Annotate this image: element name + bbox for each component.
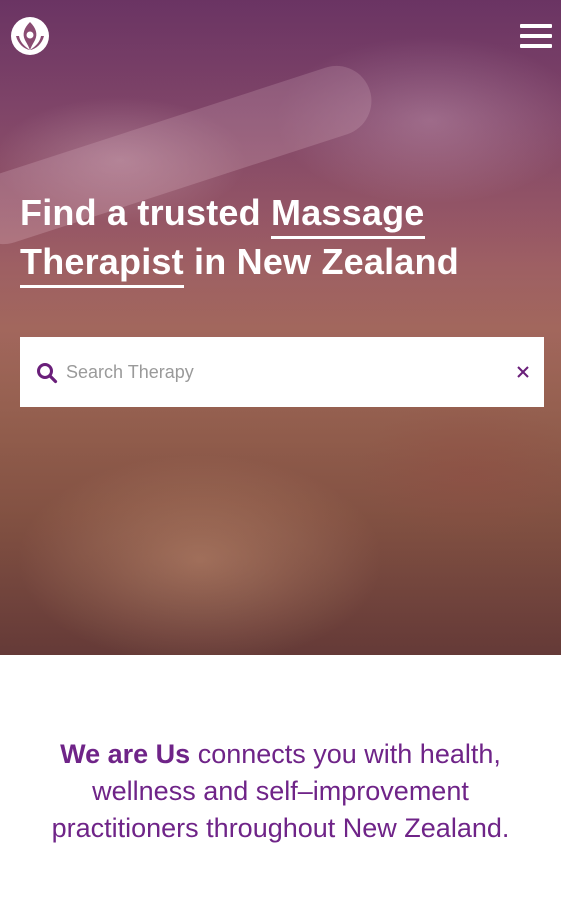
search-input[interactable] <box>66 355 486 389</box>
hamburger-menu-icon-bar <box>520 24 552 28</box>
hamburger-menu-icon-bar <box>520 44 552 48</box>
hero-title-highlight: Massage <box>271 192 425 239</box>
search-icon[interactable] <box>36 362 58 384</box>
intro-text: We are Us connects you with health, well… <box>20 736 541 847</box>
close-icon[interactable] <box>516 365 530 379</box>
hero-title-text: in New Zealand <box>183 241 459 282</box>
hero-title-highlight: Therapist <box>20 241 184 288</box>
hero-title: Find a trusted Massage Therapist in New … <box>20 188 540 288</box>
search-box <box>20 337 544 407</box>
hamburger-menu-icon-bar <box>520 34 552 38</box>
flame-person-logo-icon <box>11 17 49 55</box>
hero-banner: Find a trusted Massage Therapist in New … <box>0 0 561 655</box>
menu-button[interactable] <box>520 24 552 48</box>
hero-title-text: Find a trusted <box>20 192 272 233</box>
brand-name: We are Us <box>60 739 191 769</box>
logo-icon[interactable] <box>10 16 50 56</box>
